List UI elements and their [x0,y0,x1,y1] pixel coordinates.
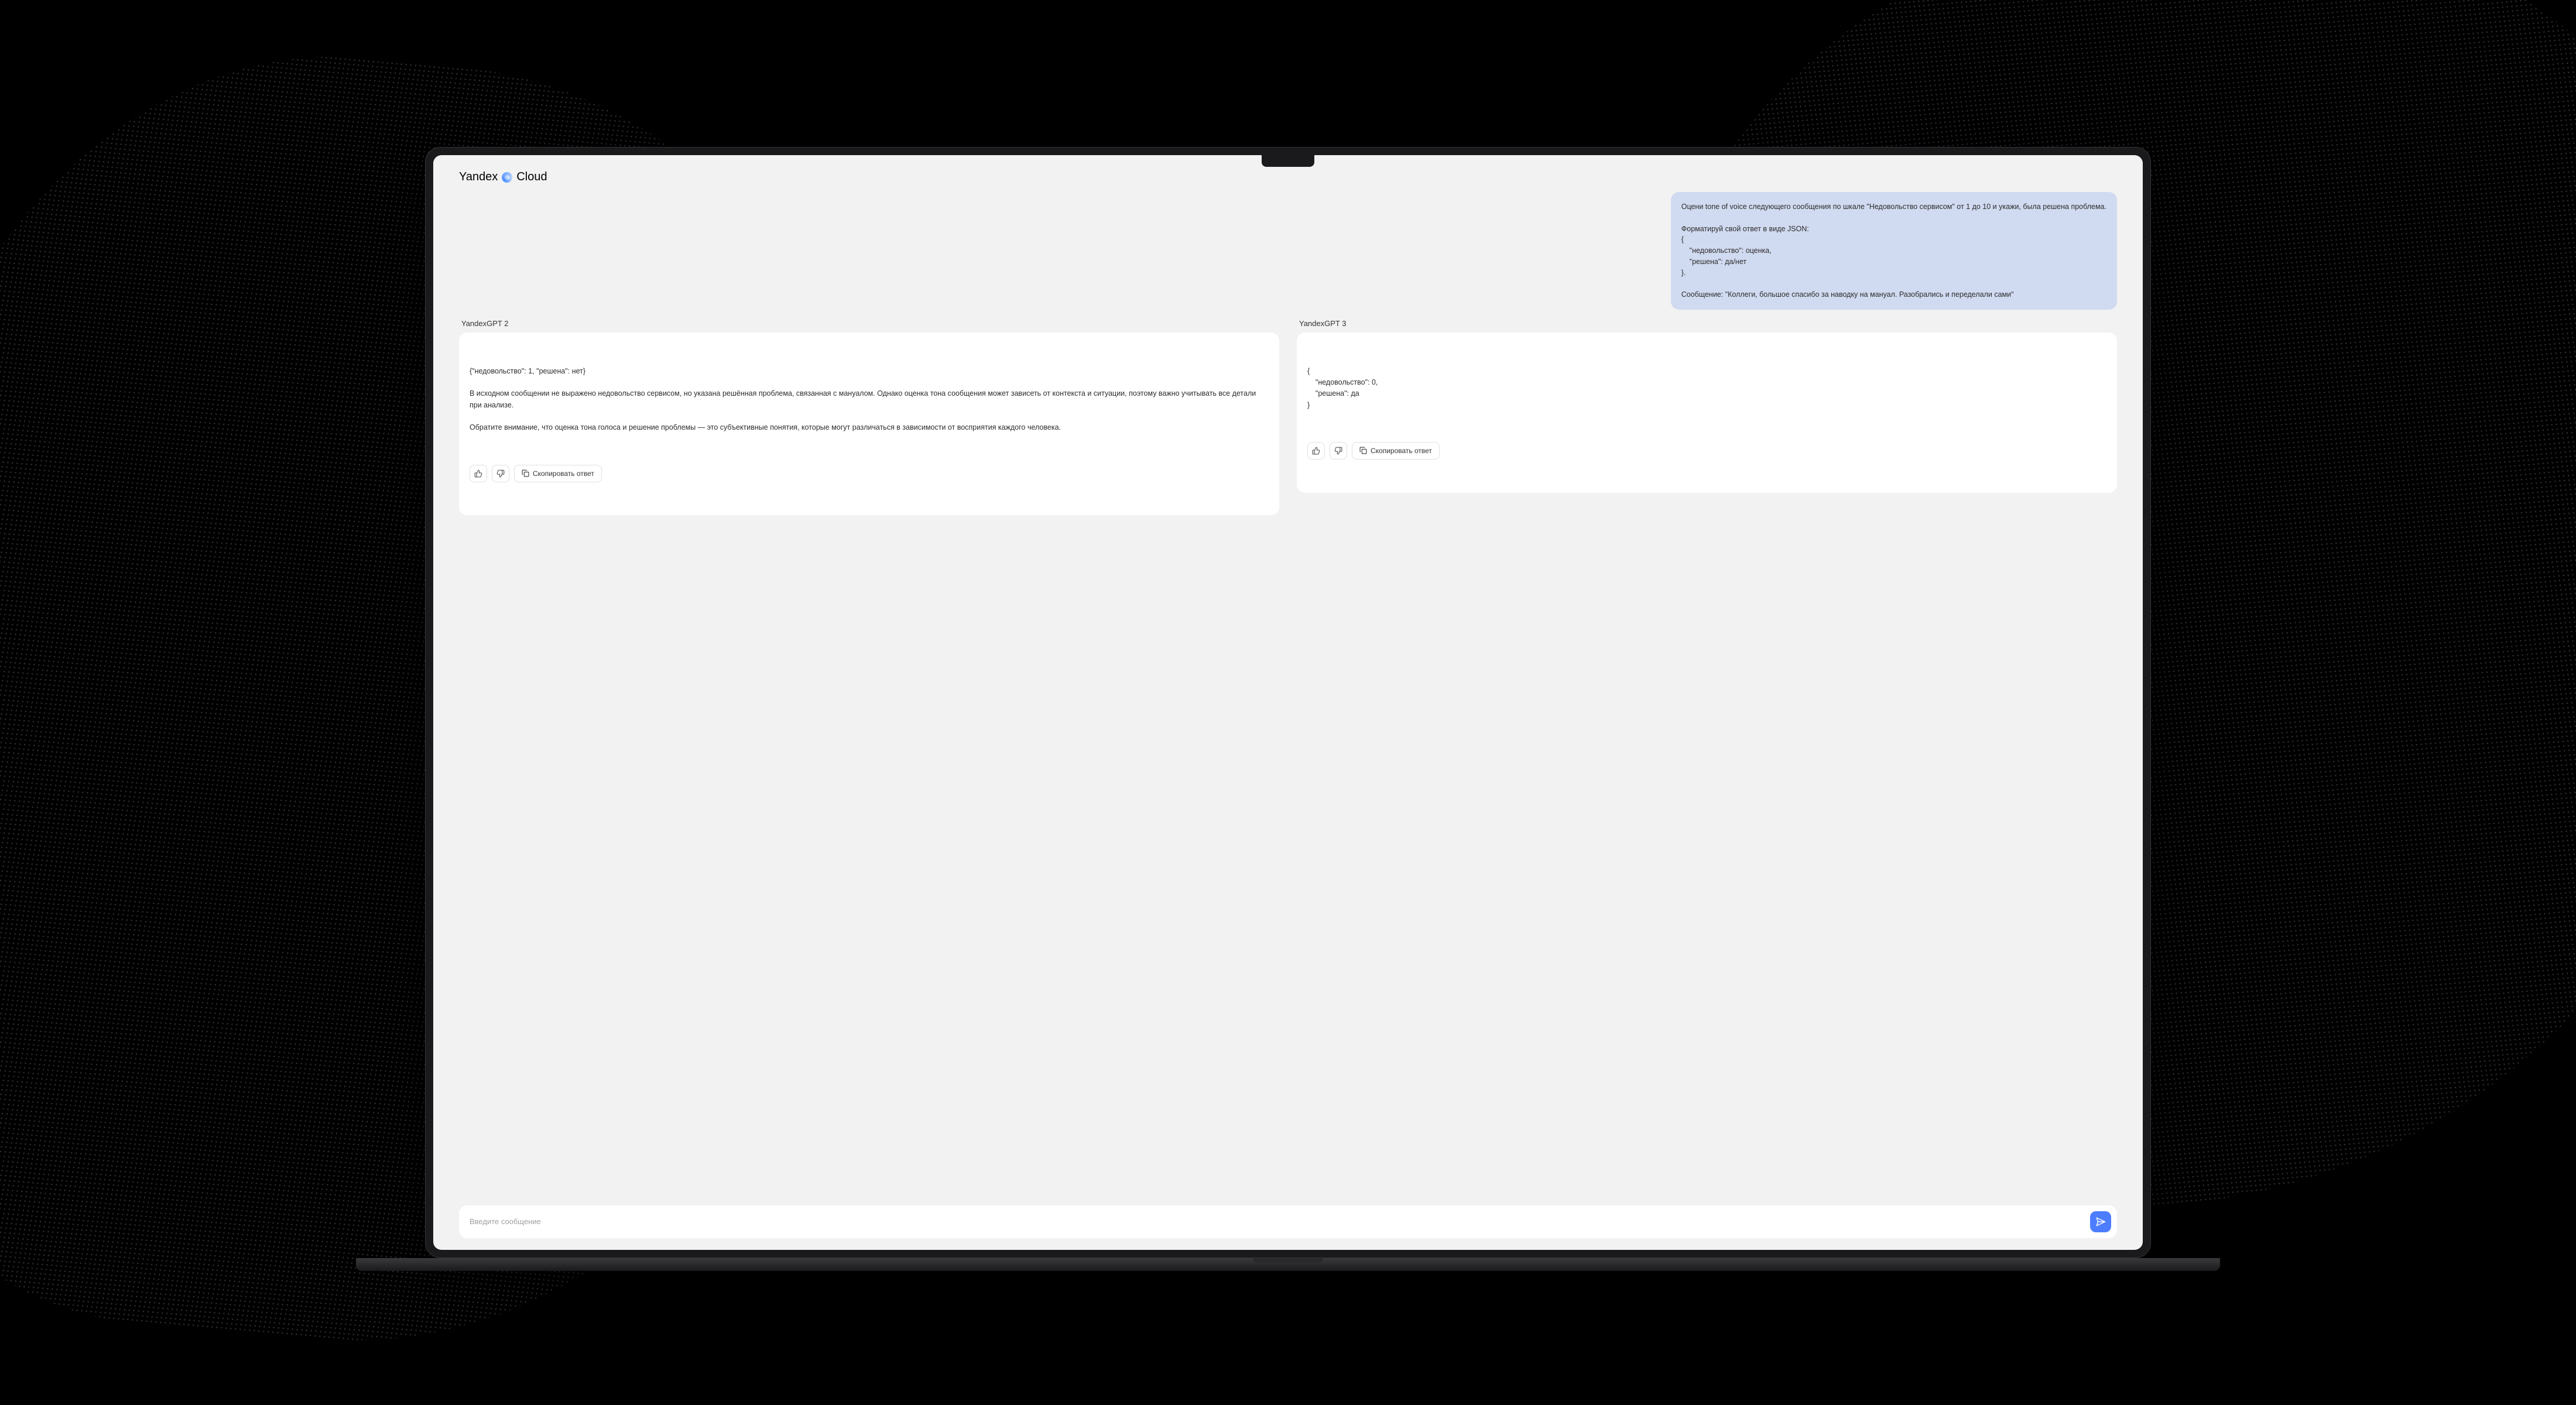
thumbs-up-button[interactable] [1307,442,1325,460]
brand-suffix: Cloud [516,170,547,184]
response-card: {"недовольство": 1, "решена": нет} В исх… [459,333,1279,516]
response-body: {"недовольство": 1, "решена": нет} В исх… [470,366,1269,434]
thumbs-down-button[interactable] [492,465,509,482]
response-title: YandexGPT 2 [459,316,1279,333]
response-column-left: YandexGPT 2 {"недовольство": 1, "решена"… [459,316,1279,516]
thumbs-up-icon [474,470,482,478]
thumbs-up-icon [1312,447,1320,455]
copy-icon [522,470,529,477]
user-prompt-bubble: Оцени tone of voice следующего сообщения… [1671,192,2117,310]
response-actions: Скопировать ответ [1307,442,2106,460]
response-card: { "недовольство": 0, "решена": да } [1297,333,2117,493]
brand-logo: Yandex Cloud [459,170,2117,184]
screen-frame: Yandex Cloud Оцени tone of voice следующ… [425,147,2151,1258]
thumbs-down-button[interactable] [1330,442,1347,460]
message-input-bar [459,1205,2117,1238]
thumbs-down-icon [1334,447,1342,455]
app-screen: Yandex Cloud Оцени tone of voice следующ… [433,155,2143,1250]
copy-label: Скопировать ответ [533,470,594,478]
thumbs-down-icon [496,470,505,478]
response-title: YandexGPT 3 [1297,316,2117,333]
copy-icon [1359,447,1367,454]
thumbs-up-button[interactable] [470,465,487,482]
send-button[interactable] [2090,1211,2111,1232]
chat-content: Оцени tone of voice следующего сообщения… [433,192,2143,1195]
brand-logo-icon [502,172,512,183]
user-prompt-row: Оцени tone of voice следующего сообщения… [459,192,2117,310]
copy-response-button[interactable]: Скопировать ответ [1352,442,1440,460]
brand-prefix: Yandex [459,170,498,184]
send-icon [2095,1216,2106,1227]
copy-label: Скопировать ответ [1371,447,1432,455]
laptop-notch [1262,155,1314,167]
copy-response-button[interactable]: Скопировать ответ [514,465,602,482]
message-input[interactable] [470,1217,2084,1226]
response-column-right: YandexGPT 3 { "недовольство": 0, "решена… [1297,316,2117,516]
response-actions: Скопировать ответ [470,465,1269,482]
laptop-mockup: Yandex Cloud Оцени tone of voice следующ… [425,147,2151,1258]
laptop-base [356,1258,2220,1271]
response-body: { "недовольство": 0, "решена": да } [1307,366,2106,412]
responses-grid: YandexGPT 2 {"недовольство": 1, "решена"… [459,316,2117,516]
